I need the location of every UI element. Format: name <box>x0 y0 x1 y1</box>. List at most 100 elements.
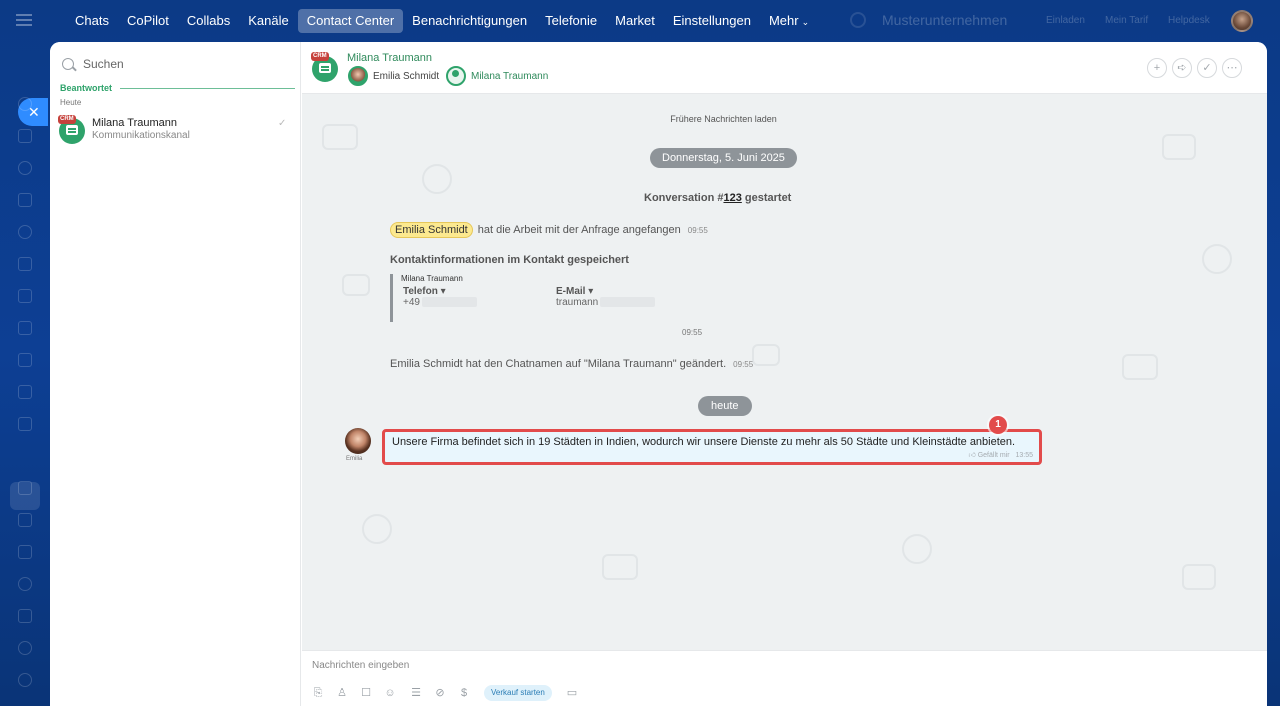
chat-settings-icon[interactable]: ▭ <box>566 687 578 699</box>
date-divider: Donnerstag, 5. Juni 2025 <box>650 148 797 168</box>
inbox-icon[interactable] <box>18 545 32 559</box>
more-icon[interactable]: ⋯ <box>1222 58 1242 78</box>
main-nav: Chats CoPilot Collabs Kanäle Contact Cen… <box>66 9 818 33</box>
background-pattern <box>1162 134 1196 160</box>
background-pattern <box>602 554 638 580</box>
helpdesk-link[interactable]: Helpdesk <box>1168 15 1210 26</box>
forward-icon[interactable]: ➪ <box>1172 58 1192 78</box>
conv-start-prefix: Konversation # <box>644 192 724 204</box>
redacted-value <box>421 297 477 308</box>
nav-item-collabs[interactable]: Collabs <box>178 9 239 33</box>
smile-icon[interactable]: ☺ <box>384 687 396 699</box>
load-earlier-link[interactable]: Frühere Nachrichten laden <box>302 114 1145 124</box>
participant-name: Milana Traumann <box>471 70 549 82</box>
quick-answer-icon[interactable]: ☐ <box>360 687 372 699</box>
message-meta: 👍︎ Gefällt mir 13:55 <box>968 450 1033 459</box>
background-pattern <box>362 514 392 544</box>
conversation-started: Konversation #123 gestartet <box>644 192 791 204</box>
nav-item-more[interactable]: Mehr ⌄ <box>760 9 818 33</box>
check-icon: ✓ <box>278 118 287 129</box>
tasks-icon[interactable] <box>18 129 32 143</box>
workflow-icon[interactable] <box>18 513 32 527</box>
background-pattern <box>422 164 452 194</box>
user-icon <box>446 66 466 86</box>
avatar <box>348 66 368 86</box>
nav-more-label: Mehr <box>768 13 799 28</box>
form-icon[interactable]: ☰ <box>410 687 422 699</box>
company-name[interactable]: Musterunternehmen <box>882 12 1007 28</box>
menu-icon[interactable] <box>16 14 32 26</box>
chat-title[interactable]: Milana Traumann <box>347 52 432 64</box>
add-icon[interactable]: + <box>1147 58 1167 78</box>
email-value-text: traumann <box>556 297 599 308</box>
invite-link[interactable]: Einladen <box>1046 15 1085 26</box>
user-icon[interactable]: ♙ <box>336 687 348 699</box>
thumbs-up-icon[interactable]: 👍︎ <box>968 452 975 459</box>
support-icon[interactable] <box>18 641 32 655</box>
nav-item-telephony[interactable]: Telefonie <box>536 9 606 33</box>
phone-value: +49 <box>403 297 477 308</box>
copilot-icon[interactable] <box>18 577 32 591</box>
phone-label[interactable]: Telefon ▾ <box>403 286 477 297</box>
message-author: Emilia <box>346 456 363 462</box>
documents-icon[interactable] <box>18 257 32 271</box>
activity-icon[interactable] <box>18 97 32 111</box>
composer: ⎘ ♙ ☐ ☺ ☰ ⊘ $ Verkauf starten ▭ <box>302 650 1267 706</box>
background-pattern <box>342 274 370 296</box>
message-time: 13:55 <box>1015 452 1033 459</box>
plan-link[interactable]: Mein Tarif <box>1105 15 1148 26</box>
search-input[interactable] <box>83 57 273 71</box>
section-divider <box>120 87 295 89</box>
participant-operator[interactable]: Emilia Schmidt <box>348 66 439 86</box>
settings-icon[interactable] <box>18 673 32 687</box>
top-navigation: Chats CoPilot Collabs Kanäle Contact Cen… <box>0 0 1280 42</box>
chat-header: CRM Milana Traumann Emilia Schmidt Milan… <box>302 42 1267 94</box>
analytics-icon[interactable] <box>18 385 32 399</box>
background-pattern <box>752 344 780 366</box>
background-pattern <box>322 124 358 150</box>
message-input[interactable] <box>312 657 1212 673</box>
message-row: Emilia Unsere Firma befindet sich in 19 … <box>344 426 1144 470</box>
start-sale-button[interactable]: Verkauf starten <box>484 685 552 701</box>
conversation-number-link[interactable]: 123 <box>723 192 741 204</box>
phone-field: Telefon ▾ +49 <box>403 286 477 308</box>
complete-icon[interactable]: ✓ <box>1197 58 1217 78</box>
nav-item-market[interactable]: Market <box>606 9 664 33</box>
conversation-name: Milana Traumann <box>92 117 177 129</box>
list-item[interactable]: CRM Milana Traumann Kommunikationskanal … <box>58 114 294 148</box>
operator-mention[interactable]: Emilia Schmidt <box>390 222 473 238</box>
cart-icon[interactable] <box>18 417 32 431</box>
mail-icon[interactable] <box>18 481 32 495</box>
like-label[interactable]: Gefällt mir <box>978 452 1010 459</box>
chat-bubble-icon <box>66 125 78 135</box>
hide-icon[interactable]: ⊘ <box>434 687 446 699</box>
user-avatar[interactable] <box>1231 10 1253 32</box>
contact-center-panel: Beantwortet Heute CRM Milana Traumann Ko… <box>50 42 1267 706</box>
nav-item-settings[interactable]: Einstellungen <box>664 9 760 33</box>
nav-item-notifications[interactable]: Benachrichtigungen <box>403 9 536 33</box>
contacts-icon[interactable] <box>18 225 32 239</box>
message-bubble[interactable]: Unsere Firma befindet sich in 19 Städten… <box>382 429 1042 465</box>
crm-icon[interactable] <box>18 321 32 335</box>
nav-item-copilot[interactable]: CoPilot <box>118 9 178 33</box>
contact-info-title: Kontaktinformationen im Kontakt gespeich… <box>390 254 629 266</box>
message-text: Unsere Firma befindet sich in 19 Städten… <box>392 436 1016 448</box>
crm-badge: CRM <box>311 52 329 61</box>
nav-item-kanaele[interactable]: Kanäle <box>239 9 297 33</box>
email-label[interactable]: E-Mail ▾ <box>556 286 655 297</box>
phone-value-text: +49 <box>403 297 420 308</box>
sites-icon[interactable] <box>18 353 32 367</box>
attach-icon[interactable]: ⎘ <box>312 687 324 699</box>
nav-item-chats[interactable]: Chats <box>66 9 118 33</box>
chat-pane: CRM Milana Traumann Emilia Schmidt Milan… <box>302 42 1267 706</box>
participant-client[interactable]: Milana Traumann <box>446 66 548 86</box>
edit-icon[interactable] <box>18 609 32 623</box>
nav-item-contact-center[interactable]: Contact Center <box>297 9 404 33</box>
payment-icon[interactable]: $ <box>458 687 470 699</box>
chat-icon[interactable] <box>18 161 32 175</box>
calendar-icon[interactable] <box>18 193 32 207</box>
section-date: Heute <box>60 98 82 107</box>
avatar[interactable] <box>345 428 371 454</box>
checklist-icon[interactable] <box>18 289 32 303</box>
background-pattern <box>902 534 932 564</box>
